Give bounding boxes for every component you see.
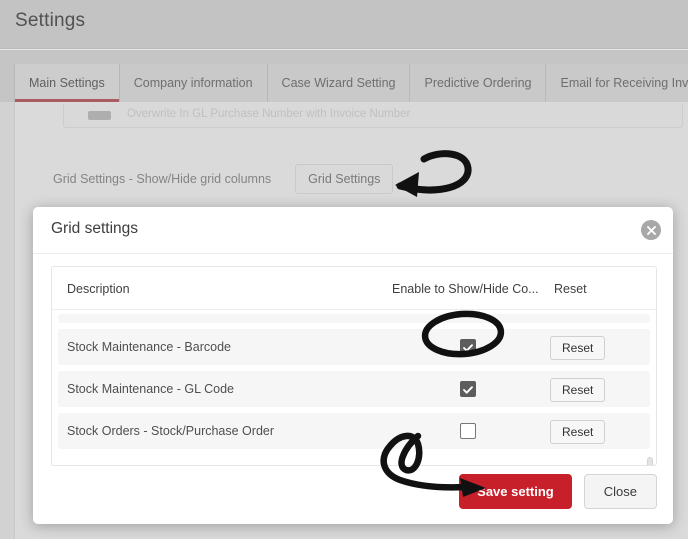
overwrite-gl-purchase-number-label: Overwrite In GL Purchase Number with Inv…	[127, 108, 411, 120]
tab-label: Case Wizard Setting	[281, 76, 396, 90]
dialog-title: Grid settings	[51, 220, 139, 237]
show-hide-checkbox[interactable]	[460, 423, 476, 439]
table-row-partial	[58, 314, 650, 323]
row-reset-cell: Reset	[550, 420, 606, 444]
row-description: Stock Maintenance - Barcode	[67, 340, 231, 354]
row-description: Stock Orders - Stock/Purchase Order	[67, 424, 275, 438]
scrollbar-track[interactable]	[646, 279, 654, 465]
settings-screen: Settings Main Settings Company informati…	[0, 0, 688, 539]
reset-button[interactable]: Reset	[550, 378, 606, 402]
page-header: Settings	[0, 0, 688, 49]
tab-list: Main Settings Company information Case W…	[14, 64, 688, 102]
column-header-enable-show-hide: Enable to Show/Hide Co...	[392, 282, 539, 296]
grid-settings-row: Grid Settings - Show/Hide grid columns G…	[53, 164, 394, 194]
dialog-footer: Save setting Close	[33, 466, 673, 524]
tab-label: Predictive Ordering	[424, 76, 532, 90]
close-button[interactable]: Close	[583, 474, 657, 509]
close-icon[interactable]	[641, 220, 661, 240]
table-header-row: Description Enable to Show/Hide Co... Re…	[52, 267, 656, 310]
row-description: Stock Maintenance - GL Code	[67, 382, 234, 396]
row-checkbox-cell	[460, 381, 476, 397]
tab-bar: Main Settings Company information Case W…	[0, 50, 688, 102]
dialog-header: Grid settings	[33, 207, 673, 254]
tab-main-settings[interactable]: Main Settings	[14, 64, 120, 102]
grid-settings-button[interactable]: Grid Settings	[295, 164, 394, 194]
dialog-body: Description Enable to Show/Hide Co... Re…	[33, 254, 673, 466]
scrollbar-thumb[interactable]	[647, 457, 653, 465]
grid-settings-table: Description Enable to Show/Hide Co... Re…	[51, 266, 657, 466]
row-reset-cell: Reset	[550, 378, 606, 402]
toggle-switch[interactable]	[88, 111, 111, 120]
tab-case-wizard-setting[interactable]: Case Wizard Setting	[267, 64, 411, 102]
tab-predictive-ordering[interactable]: Predictive Ordering	[410, 64, 547, 102]
overwrite-gl-purchase-number-row: Overwrite In GL Purchase Number with Inv…	[63, 104, 683, 128]
table-body: Stock Maintenance - Barcode Reset Stock …	[52, 310, 656, 449]
save-setting-button[interactable]: Save setting	[459, 474, 572, 509]
tab-label: Email for Receiving Invoice	[560, 76, 688, 90]
column-header-description: Description	[67, 282, 130, 296]
tab-label: Company information	[133, 76, 253, 90]
table-row[interactable]: Stock Maintenance - Barcode Reset	[58, 329, 650, 365]
grid-settings-dialog: Grid settings Description Enable to Show…	[33, 207, 673, 524]
table-row[interactable]: Stock Orders - Stock/Purchase Order Rese…	[58, 413, 650, 449]
tab-label: Main Settings	[29, 76, 105, 90]
show-hide-checkbox[interactable]	[460, 339, 476, 355]
tab-email-for-receiving-invoice[interactable]: Email for Receiving Invoice	[546, 64, 688, 102]
row-checkbox-cell	[460, 423, 476, 439]
reset-button[interactable]: Reset	[550, 420, 606, 444]
page-title: Settings	[15, 10, 86, 31]
reset-button[interactable]: Reset	[550, 336, 606, 360]
grid-settings-label: Grid Settings - Show/Hide grid columns	[53, 172, 272, 186]
table-row[interactable]: Stock Maintenance - GL Code Reset	[58, 371, 650, 407]
row-reset-cell: Reset	[550, 336, 606, 360]
tab-company-information[interactable]: Company information	[119, 64, 268, 102]
show-hide-checkbox[interactable]	[460, 381, 476, 397]
row-checkbox-cell	[460, 339, 476, 355]
column-header-reset: Reset	[554, 282, 587, 296]
dialog-actions: Save setting Close	[459, 474, 657, 509]
